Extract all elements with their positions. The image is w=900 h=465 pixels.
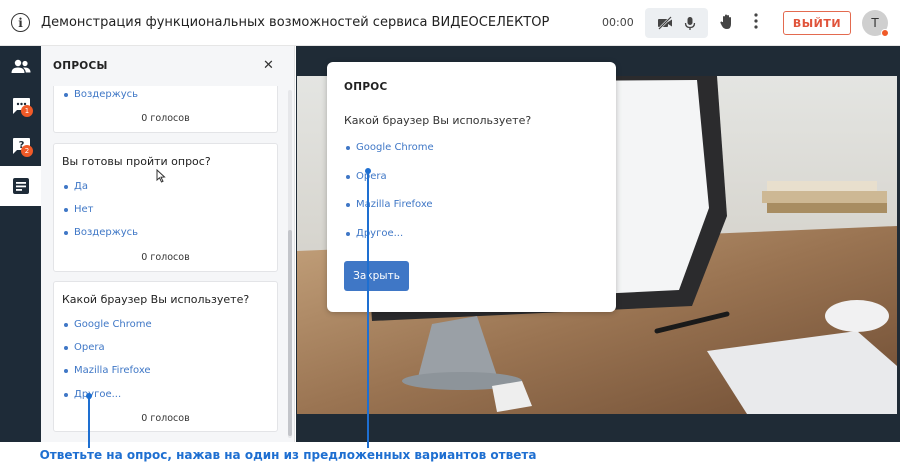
avatar-initial: T — [871, 16, 879, 30]
bullet-dot — [64, 184, 68, 189]
vote-count: 0 голосов — [141, 113, 190, 124]
top-bar: i Демонстрация функциональных возможност… — [0, 0, 900, 46]
vote-count: 0 голосов — [141, 252, 190, 263]
camera-off-button[interactable] — [657, 16, 673, 30]
poll-modal-option[interactable]: Другое... — [346, 228, 403, 239]
exit-button[interactable]: ВЫЙТИ — [783, 11, 851, 35]
status-dot — [881, 29, 889, 37]
poll-question: Какой браузер Вы используете? — [62, 293, 250, 306]
annotation-leader-line — [367, 171, 369, 448]
polls-panel-header: ОПРОСЫ — [41, 46, 295, 86]
chat-badge: 1 — [21, 105, 33, 117]
bullet-dot — [64, 92, 68, 97]
sidebar-item-participants[interactable] — [0, 46, 41, 86]
more-menu-button[interactable] — [753, 12, 759, 30]
bullet-dot — [346, 145, 350, 150]
poll-card: Вы готовы пройти опрос? Да Нет Воздержус… — [53, 143, 278, 272]
participants-icon — [11, 59, 30, 73]
bullet-dot — [346, 202, 350, 207]
poll-card: Какой браузер Вы используете? Google Chr… — [53, 281, 278, 432]
poll-option[interactable]: Воздержусь — [64, 227, 138, 238]
sidebar-item-polls[interactable] — [0, 166, 41, 206]
poll-modal-title: ОПРОС — [344, 81, 388, 93]
media-controls — [645, 8, 708, 38]
bullet-dot — [64, 207, 68, 212]
polls-panel: ОПРОСЫ ✕ Воздержусь 0 голосов Вы готовы … — [41, 46, 295, 442]
sidebar-item-chat[interactable]: 1 — [0, 86, 41, 126]
bullet-dot — [346, 231, 350, 236]
poll-option[interactable]: Google Chrome — [64, 319, 152, 330]
poll-modal-option[interactable]: Google Chrome — [346, 142, 434, 153]
sidebar-item-questions[interactable]: ? 2 — [0, 126, 41, 166]
more-vertical-icon — [754, 13, 758, 29]
microphone-button[interactable] — [684, 16, 696, 31]
poll-option[interactable]: Opera — [64, 342, 105, 353]
page-title: Демонстрация функциональных возможностей… — [41, 15, 550, 30]
poll-option[interactable]: Да — [64, 181, 88, 192]
camera-off-icon — [657, 16, 672, 30]
scrollbar-thumb[interactable] — [288, 230, 292, 436]
poll-option[interactable]: Воздержусь — [64, 89, 138, 100]
poll-modal-question: Какой браузер Вы используете? — [344, 114, 532, 127]
poll-question: Вы готовы пройти опрос? — [62, 155, 211, 168]
raise-hand-button[interactable] — [719, 13, 735, 31]
bullet-dot — [64, 368, 68, 373]
poll-modal-option[interactable]: Mazilla Firefoxe — [346, 199, 433, 210]
close-modal-button[interactable]: Закрыть — [344, 261, 409, 291]
poll-option[interactable]: Другое... — [64, 389, 121, 400]
polls-icon — [12, 178, 29, 194]
info-icon[interactable]: i — [11, 13, 30, 32]
microphone-icon — [685, 16, 696, 30]
raise-hand-icon — [720, 14, 731, 29]
poll-option[interactable]: Mazilla Firefoxe — [64, 365, 151, 376]
instruction-caption: Ответьте на опрос, нажав на один из пред… — [39, 448, 537, 462]
scrollbar[interactable] — [288, 90, 292, 438]
bullet-dot — [64, 392, 68, 397]
questions-badge: 2 — [21, 145, 33, 157]
mouse-cursor-icon — [156, 169, 166, 183]
session-timer: 00:00 — [602, 16, 634, 29]
bullet-dot — [64, 322, 68, 327]
close-icon[interactable]: ✕ — [263, 59, 274, 72]
bullet-dot — [64, 230, 68, 235]
polls-panel-title: ОПРОСЫ — [53, 60, 108, 72]
poll-option[interactable]: Нет — [64, 204, 94, 215]
poll-card: Воздержусь 0 голосов — [53, 86, 278, 133]
annotation-leader-line — [88, 396, 90, 448]
bullet-dot — [346, 174, 350, 179]
sidebar: 1 ? 2 — [0, 46, 41, 442]
poll-modal: ОПРОС Какой браузер Вы используете? Goog… — [327, 62, 616, 312]
bullet-dot — [64, 345, 68, 350]
avatar[interactable]: T — [862, 10, 889, 37]
